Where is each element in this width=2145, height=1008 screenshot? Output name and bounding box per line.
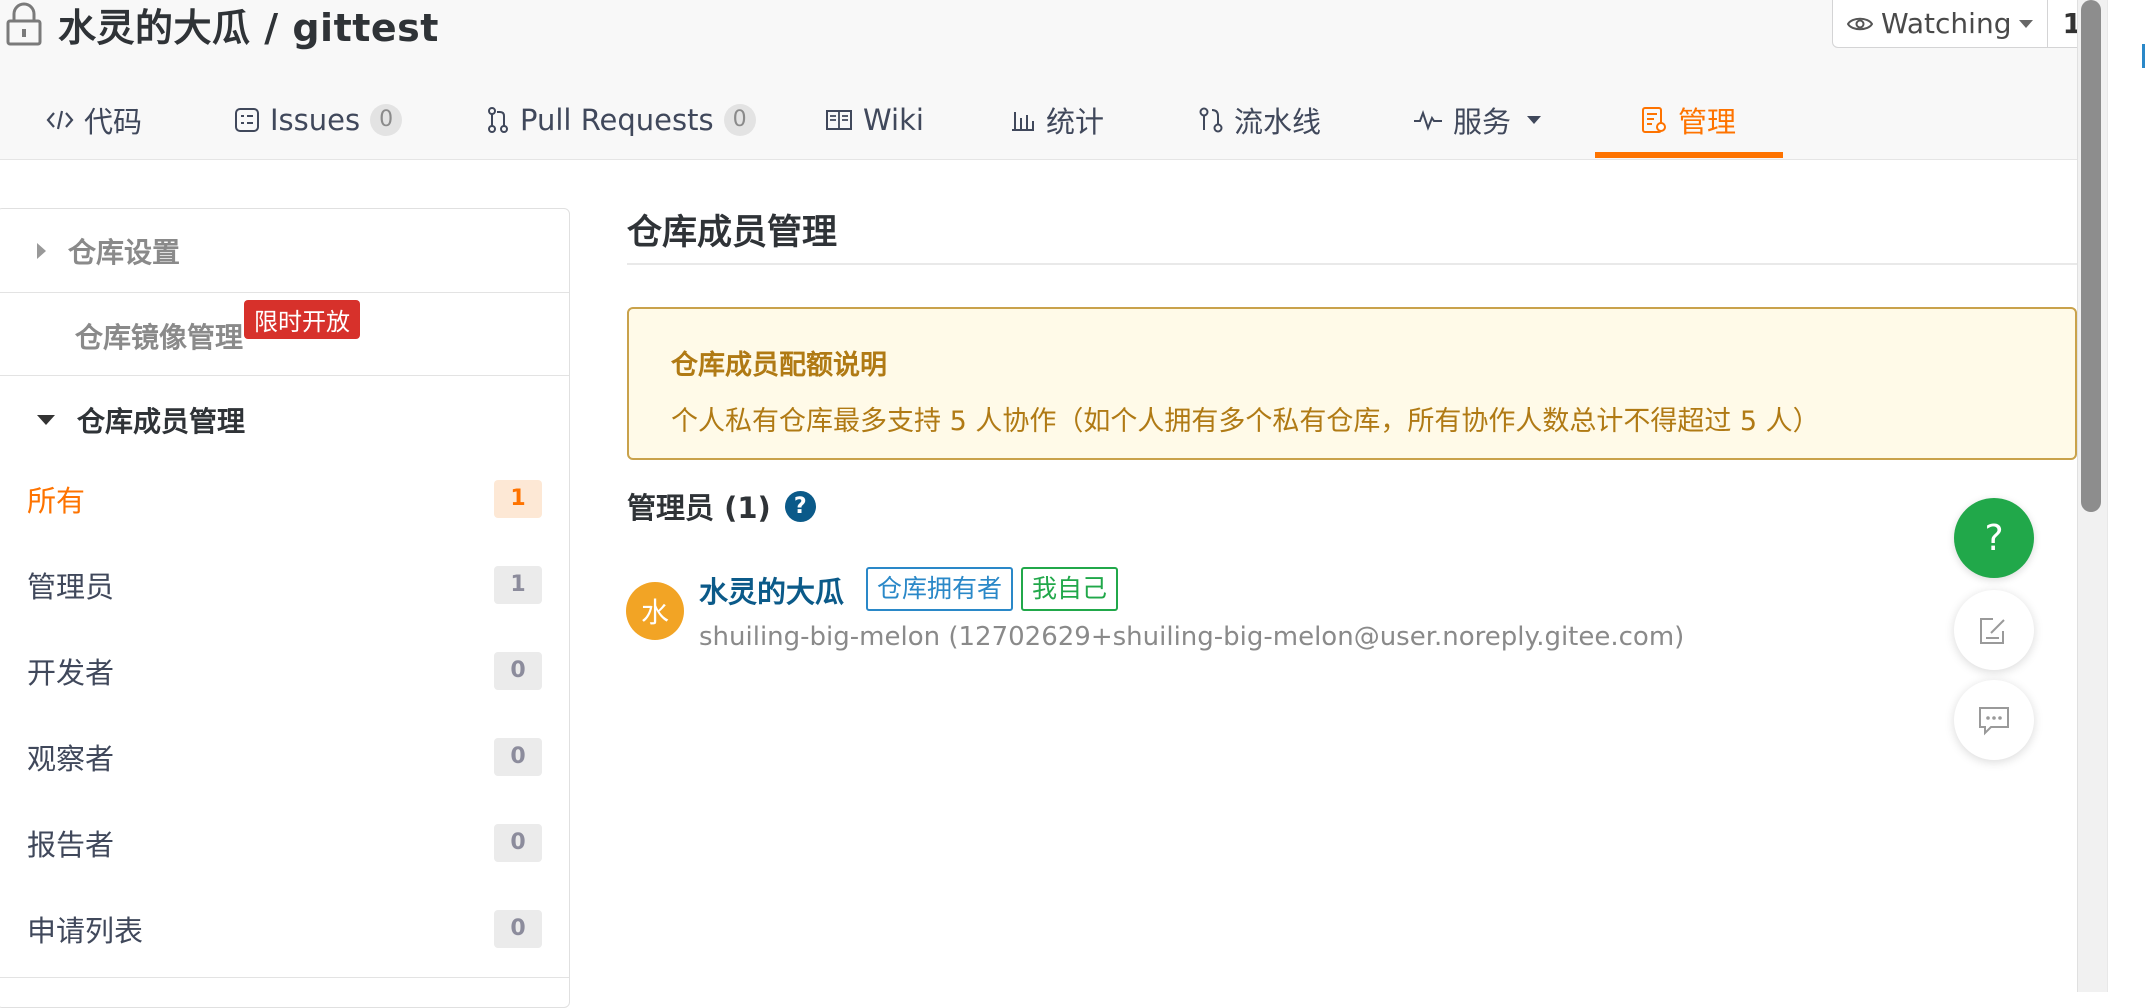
- filter-label: 所有: [27, 484, 86, 518]
- sidebar-item-label: 仓库镜像管理: [75, 321, 244, 354]
- manage-doc-icon: [1642, 107, 1666, 133]
- floating-chat-button[interactable]: [1954, 680, 2034, 760]
- pull-request-icon: [488, 107, 508, 133]
- tab-label: Pull Requests: [520, 103, 714, 137]
- floating-help-button[interactable]: ?: [1954, 498, 2034, 578]
- filter-count: 0: [494, 824, 542, 862]
- divider: [0, 977, 569, 978]
- tab-wiki[interactable]: Wiki: [825, 80, 924, 160]
- tab-code[interactable]: 代码: [46, 80, 142, 160]
- floating-feedback-button[interactable]: [1954, 590, 2034, 670]
- sidebar-section-members[interactable]: 仓库成员管理: [0, 399, 569, 441]
- tab-label: Wiki: [863, 103, 924, 137]
- repo-tabs: 代码 Issues 0 Pull Requests 0 Wiki 统计 流水线 …: [0, 80, 2145, 160]
- sidebar-section-label: 仓库成员管理: [77, 405, 246, 438]
- pull-requests-count: 0: [723, 104, 756, 136]
- tab-label: 流水线: [1234, 105, 1322, 139]
- admins-heading: 管理员 (1) ?: [627, 486, 816, 526]
- member-filter-developers[interactable]: 开发者 0: [27, 649, 542, 693]
- avatar[interactable]: 水: [626, 582, 684, 640]
- repo-title: 水灵的大瓜 / gittest: [4, 0, 439, 50]
- chevron-down-icon: [2019, 19, 2034, 28]
- wiki-book-icon: [826, 110, 852, 130]
- filter-count: 0: [494, 738, 542, 776]
- filter-label: 管理员: [27, 570, 115, 604]
- bar-chart-icon: [1012, 112, 1034, 131]
- repo-name[interactable]: 水灵的大瓜 / gittest: [58, 0, 439, 52]
- caret-down-icon: [37, 415, 55, 425]
- tab-label: 管理: [1678, 105, 1737, 139]
- self-tag: 我自己: [1021, 567, 1119, 611]
- tab-pull-requests[interactable]: Pull Requests 0: [486, 80, 756, 160]
- filter-label: 开发者: [27, 656, 115, 690]
- watch-button[interactable]: Watching: [1832, 0, 2049, 48]
- member-name[interactable]: 水灵的大瓜: [699, 569, 844, 611]
- code-icon: [46, 110, 74, 130]
- help-question-icon[interactable]: ?: [784, 490, 816, 522]
- tab-stats[interactable]: 统计: [1010, 80, 1104, 160]
- activity-icon: [1414, 110, 1442, 131]
- member-filter-requests[interactable]: 申请列表 0: [27, 907, 542, 951]
- chevron-down-icon: [1527, 116, 1542, 124]
- filter-count: 1: [494, 566, 542, 604]
- tab-manage[interactable]: 管理: [1640, 80, 1736, 160]
- member-filter-viewers[interactable]: 观察者 0: [27, 735, 542, 779]
- tab-services[interactable]: 服务: [1413, 80, 1542, 160]
- filter-label: 申请列表: [27, 914, 144, 948]
- caret-right-icon: [37, 243, 46, 259]
- tab-label: Issues: [270, 103, 361, 137]
- member-filter-admins[interactable]: 管理员 1: [27, 563, 542, 607]
- filter-label: 观察者: [27, 742, 115, 776]
- tab-pipeline[interactable]: 流水线: [1198, 80, 1321, 160]
- chat-icon: [1979, 707, 2009, 736]
- scrollbar-thumb[interactable]: [2081, 0, 2101, 512]
- title-divider: [627, 263, 2077, 265]
- filter-count: 1: [494, 480, 542, 518]
- pipeline-icon: [1199, 107, 1223, 133]
- admins-heading-label: 管理员 (1): [627, 491, 771, 525]
- owner-tag: 仓库拥有者: [866, 567, 1014, 611]
- active-tab-indicator: [1595, 152, 1783, 158]
- notice-text: 个人私有仓库最多支持 5 人协作（如个人拥有多个私有仓库，所有协作人数总计不得超…: [671, 406, 1820, 437]
- sidebar-section-label: 仓库设置: [68, 236, 181, 269]
- tab-label: 服务: [1453, 105, 1512, 139]
- lock-icon: [6, 2, 42, 46]
- watch-group: Watching 1: [1832, 0, 2097, 48]
- eye-icon: [1847, 17, 1873, 30]
- member-detail: shuiling-big-melon (12702629+shuiling-bi…: [699, 622, 1685, 652]
- filter-count: 0: [494, 652, 542, 690]
- sidebar-section-repo-settings[interactable]: 仓库设置: [0, 231, 569, 271]
- side-panel-edge: [2107, 0, 2145, 992]
- tab-issues[interactable]: Issues 0: [234, 80, 403, 160]
- issues-icon: [235, 108, 259, 132]
- tab-label: 统计: [1046, 105, 1105, 139]
- notice-title: 仓库成员配额说明: [671, 350, 887, 381]
- page-title: 仓库成员管理: [627, 213, 838, 253]
- divider: [0, 292, 569, 293]
- edit-note-icon: [1980, 618, 2005, 644]
- watch-label: Watching: [1881, 7, 2012, 40]
- filter-label: 报告者: [27, 828, 115, 862]
- limited-open-badge: 限时开放: [244, 300, 360, 339]
- tab-label: 代码: [84, 105, 143, 139]
- issues-count: 0: [370, 104, 403, 136]
- quota-notice: 仓库成员配额说明 个人私有仓库最多支持 5 人协作（如个人拥有多个私有仓库，所有…: [627, 307, 2077, 460]
- member-filter-reporters[interactable]: 报告者 0: [27, 821, 542, 865]
- divider: [0, 375, 569, 376]
- repo-header: 水灵的大瓜 / gittest Watching 1 代码 Issues 0 P…: [0, 0, 2145, 160]
- member-filter-all[interactable]: 所有 1: [27, 477, 542, 521]
- filter-count: 0: [494, 910, 542, 948]
